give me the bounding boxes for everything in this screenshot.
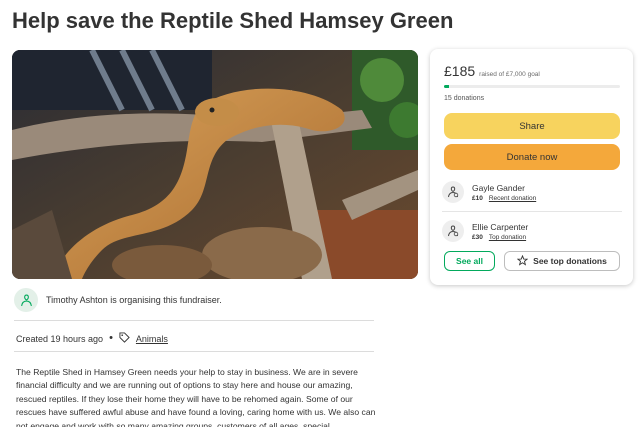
tag-icon: [119, 332, 130, 345]
organiser-text: Timothy Ashton is organising this fundra…: [46, 295, 222, 305]
see-top-donations-label: See top donations: [533, 256, 607, 266]
donate-now-button[interactable]: Donate now: [444, 144, 620, 170]
donor-name: Ellie Carpenter: [472, 222, 529, 232]
amount-raised: £185 raised of £7,000 goal: [444, 63, 540, 79]
page-title: Help save the Reptile Shed Hamsey Green: [12, 8, 454, 33]
donor-item: Ellie Carpenter £30 Top donation: [442, 214, 624, 248]
goal-text: raised of £7,000 goal: [479, 71, 540, 78]
donor-item: Gayle Gander £10 Recent donation: [442, 175, 624, 209]
share-button[interactable]: Share: [444, 113, 620, 139]
card-divider: [442, 211, 622, 212]
donor-tag-link[interactable]: Recent donation: [489, 195, 536, 202]
category-link[interactable]: Animals: [136, 334, 168, 344]
progress-fill: [444, 85, 449, 88]
see-top-donations-button[interactable]: See top donations: [504, 251, 620, 271]
donor-avatar-icon: [442, 181, 464, 203]
created-time: Created 19 hours ago: [16, 333, 104, 344]
donor-amount: £10: [472, 195, 483, 202]
organiser-avatar-icon: [14, 288, 38, 312]
divider: [14, 351, 374, 352]
separator-dot: •: [109, 332, 113, 344]
divider: [14, 320, 374, 321]
star-icon: [516, 254, 529, 268]
see-all-button[interactable]: See all: [444, 251, 495, 271]
donations-count: 15 donations: [444, 95, 485, 102]
donation-card: £185 raised of £7,000 goal 15 donations …: [430, 49, 633, 285]
donor-tag-link[interactable]: Top donation: [489, 234, 526, 241]
organiser-row: Timothy Ashton is organising this fundra…: [14, 287, 374, 313]
hero-photo: [12, 50, 418, 279]
donor-amount: £30: [472, 234, 483, 241]
meta-row: Created 19 hours ago • Animals: [16, 332, 168, 345]
amount-raised-value: £185: [444, 63, 476, 79]
story-text: The Reptile Shed in Hamsey Green needs y…: [16, 367, 376, 427]
donor-avatar-icon: [442, 220, 464, 242]
donor-name: Gayle Gander: [472, 183, 525, 193]
progress-bar: [444, 85, 620, 88]
